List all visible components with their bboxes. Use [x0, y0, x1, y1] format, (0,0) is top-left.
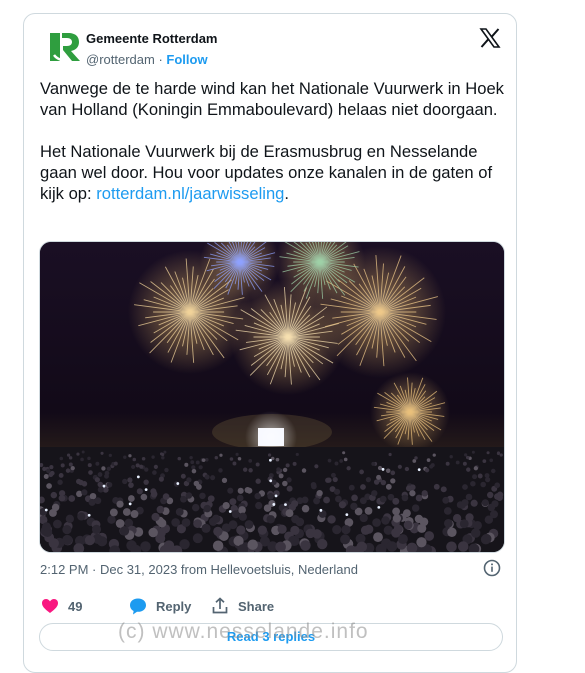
like-count: 49: [68, 598, 83, 614]
separator-dot: ·: [158, 52, 163, 67]
account-name[interactable]: Gemeente Rotterdam: [86, 31, 217, 46]
tweet-paragraph-2: Het Nationale Vuurwerk bij de Erasmusbru…: [40, 141, 510, 204]
rotterdam-r-logo-icon: [44, 28, 82, 66]
reply-label: Reply: [156, 598, 192, 614]
x-logo-icon[interactable]: [478, 26, 502, 50]
share-label: Share: [238, 598, 275, 614]
info-icon[interactable]: [482, 558, 502, 578]
heart-icon: [42, 599, 58, 613]
link-suffix: .: [284, 184, 290, 203]
reply-button[interactable]: Reply: [128, 595, 191, 617]
account-handle[interactable]: @rotterdam: [86, 52, 155, 67]
fireworks-photo[interactable]: [39, 241, 505, 553]
tweet-text: Vanwege de te harde wind kan het Nationa…: [40, 78, 510, 204]
avatar[interactable]: [44, 28, 82, 66]
reply-bubble-icon: [130, 598, 146, 615]
fireworks-image: [40, 242, 504, 552]
read-replies-button[interactable]: Read 3 replies: [39, 623, 503, 651]
handle-row: @rotterdam · Follow: [86, 52, 208, 67]
tweet-timestamp[interactable]: 2:12 PM · Dec 31, 2023 from Hellevoetslu…: [40, 562, 358, 577]
tweet-card: Gemeente Rotterdam @rotterdam · Follow V…: [23, 13, 517, 673]
tweet-paragraph-1: Vanwege de te harde wind kan het Nationa…: [40, 79, 504, 119]
like-button[interactable]: 49: [40, 595, 82, 617]
follow-button[interactable]: Follow: [166, 52, 207, 67]
jaarwisseling-link[interactable]: rotterdam.nl/jaarwisseling: [96, 184, 284, 203]
share-upload-icon: [212, 597, 228, 614]
action-bar: 49 Reply Share: [40, 595, 500, 617]
share-button[interactable]: Share: [210, 595, 274, 617]
